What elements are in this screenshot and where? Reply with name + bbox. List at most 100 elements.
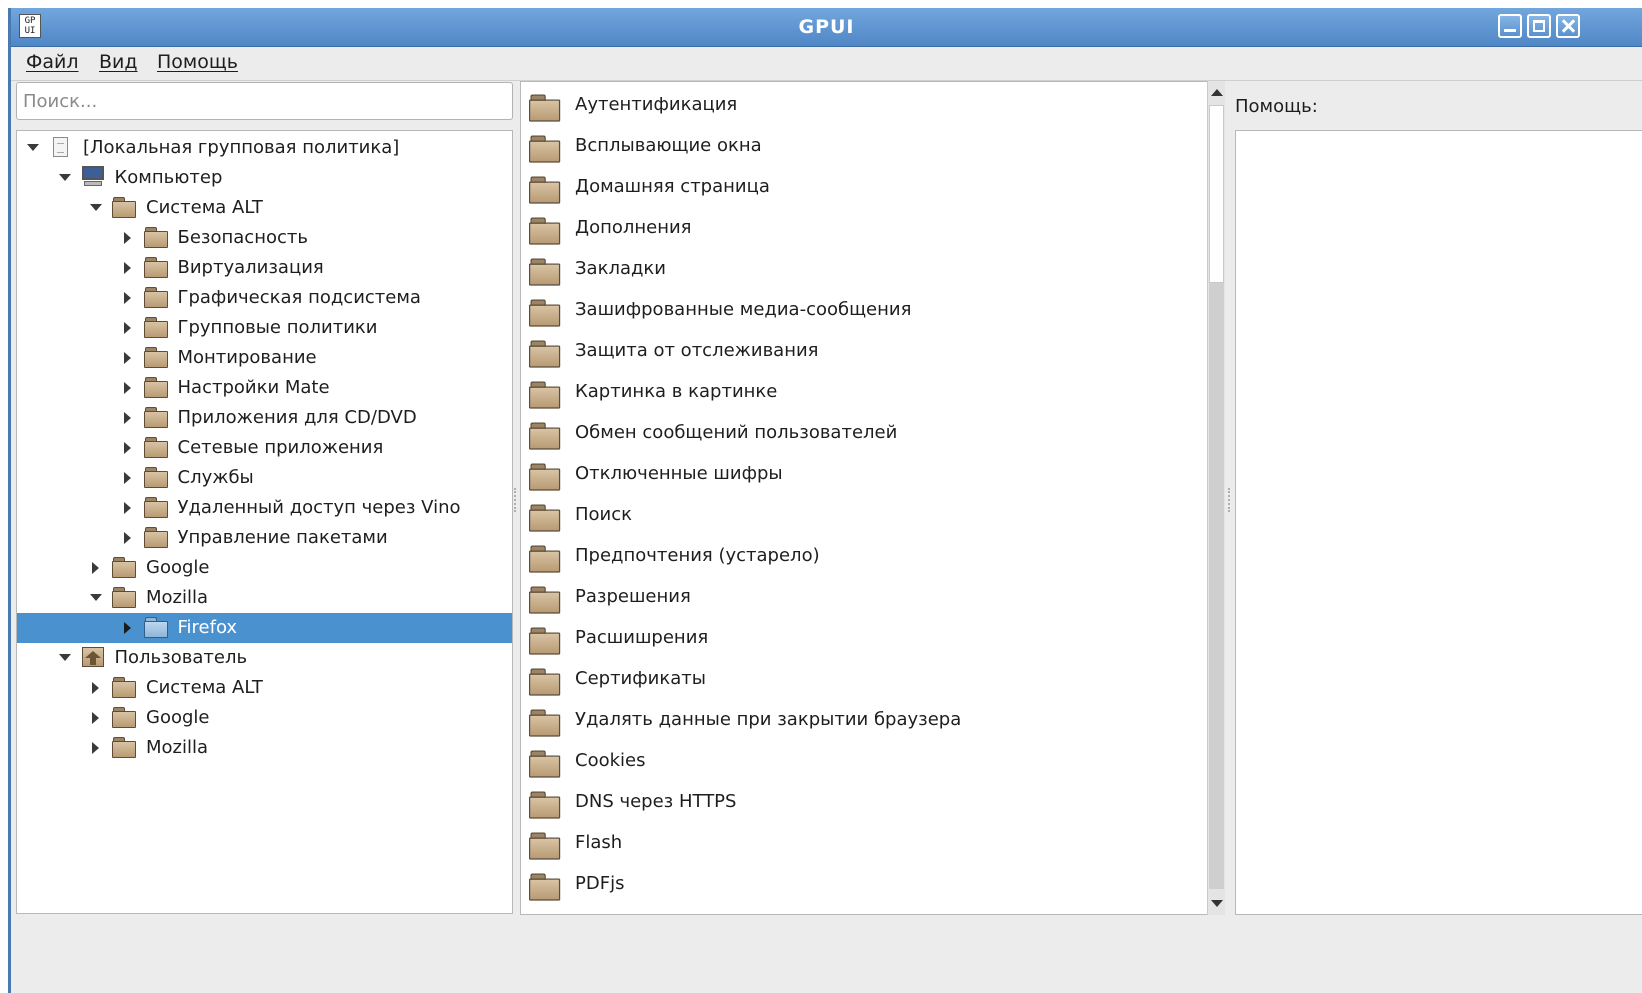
list-item[interactable]: DNS через HTTPS	[521, 781, 1205, 822]
expanded-arrow-icon[interactable]	[58, 654, 71, 661]
collapsed-arrow-icon[interactable]	[123, 412, 131, 424]
expanded-arrow-icon[interactable]	[90, 204, 102, 211]
folder-icon	[529, 134, 561, 163]
list-item[interactable]: PDFjs	[521, 863, 1205, 904]
folder-icon	[529, 503, 561, 532]
tree-item[interactable]: Сетевые приложения	[17, 433, 512, 463]
splitter-handle[interactable]	[1228, 488, 1232, 512]
collapsed-arrow-icon[interactable]	[123, 442, 131, 454]
tree-item[interactable]: [Локальная групповая политика]	[17, 133, 512, 163]
tree-item[interactable]: Монтирование	[17, 343, 512, 373]
list-item[interactable]: Зашифрованные медиа-сообщения	[521, 289, 1205, 330]
scroll-down-icon[interactable]	[1211, 900, 1223, 907]
expanded-arrow-icon[interactable]	[58, 174, 71, 181]
tree-item[interactable]: Приложения для CD/DVD	[17, 403, 512, 433]
collapsed-arrow-icon[interactable]	[123, 232, 131, 244]
list-item[interactable]: Поиск	[521, 494, 1205, 535]
tree-item[interactable]: Firefox	[17, 613, 512, 643]
search-input[interactable]	[16, 82, 513, 120]
list-item[interactable]: Предпочтения (устарело)	[521, 535, 1205, 576]
list-item[interactable]: Расшишрения	[521, 617, 1205, 658]
list-item-label: Защита от отслеживания	[575, 340, 819, 361]
tree-item[interactable]: Google	[17, 553, 512, 583]
collapsed-arrow-icon[interactable]	[123, 472, 131, 484]
folder-icon	[529, 257, 561, 286]
tree-item-label: Настройки Mate	[177, 377, 330, 398]
maximize-icon[interactable]	[1527, 14, 1551, 38]
expanded-arrow-icon[interactable]	[90, 594, 102, 601]
tree-item[interactable]: Службы	[17, 463, 512, 493]
list-item[interactable]: Сертификаты	[521, 658, 1205, 699]
tree-item[interactable]: Компьютер	[17, 163, 512, 193]
tree-item-label: Google	[146, 557, 210, 578]
collapsed-arrow-icon[interactable]	[123, 502, 131, 514]
list-item[interactable]: Защита от отслеживания	[521, 330, 1205, 371]
tree-item[interactable]: Mozilla	[17, 733, 512, 763]
tree-item-label: Система ALT	[146, 197, 263, 218]
list-item[interactable]: Удалять данные при закрытии браузера	[521, 699, 1205, 740]
policy-tree[interactable]: [Локальная групповая политика] Компьютер С…	[16, 130, 513, 914]
close-icon[interactable]	[1556, 14, 1580, 38]
computer-icon	[81, 166, 105, 188]
collapsed-arrow-icon[interactable]	[92, 682, 99, 694]
tree-item[interactable]: Система ALT	[17, 673, 512, 703]
policy-list[interactable]: Аутентификация Всплывающие окна Домашняя с…	[520, 81, 1225, 915]
folder-icon	[143, 616, 168, 638]
tree-item[interactable]: Пользователь	[17, 643, 512, 673]
collapsed-arrow-icon[interactable]	[123, 352, 131, 364]
tree-item[interactable]: Система ALT	[17, 193, 512, 223]
folder-icon	[529, 667, 561, 696]
collapsed-arrow-icon[interactable]	[123, 622, 131, 634]
menu-file[interactable]: Файл	[26, 51, 79, 73]
list-item[interactable]: Разрешения	[521, 576, 1205, 617]
scrollbar-thumb[interactable]	[1209, 105, 1224, 283]
collapsed-arrow-icon[interactable]	[92, 742, 99, 754]
scroll-up-icon[interactable]	[1211, 89, 1223, 96]
expanded-arrow-icon[interactable]	[27, 144, 39, 151]
list-item[interactable]: Аутентификация	[521, 84, 1205, 125]
folder-icon	[529, 380, 561, 409]
tree-item-label: Приложения для CD/DVD	[177, 407, 417, 428]
tree-item[interactable]: Управление пакетами	[17, 523, 512, 553]
tree-item[interactable]: Удаленный доступ через Vino	[17, 493, 512, 523]
tree-item-label: Сетевые приложения	[177, 437, 384, 458]
tree-item[interactable]: Настройки Mate	[17, 373, 512, 403]
collapsed-arrow-icon[interactable]	[92, 712, 99, 724]
list-item-label: Закладки	[575, 258, 666, 279]
collapsed-arrow-icon[interactable]	[123, 292, 131, 304]
list-item-label: DNS через HTTPS	[575, 791, 737, 812]
collapsed-arrow-icon[interactable]	[123, 262, 131, 274]
tree-item[interactable]: Виртуализация	[17, 253, 512, 283]
collapsed-arrow-icon[interactable]	[123, 532, 131, 544]
minimize-icon[interactable]	[1498, 14, 1522, 38]
tree-item[interactable]: Безопасность	[17, 223, 512, 253]
splitter-handle[interactable]	[514, 488, 518, 512]
collapsed-arrow-icon[interactable]	[92, 562, 99, 574]
list-item[interactable]: Закладки	[521, 248, 1205, 289]
list-item[interactable]: Дополнения	[521, 207, 1205, 248]
list-item[interactable]: Домашняя страница	[521, 166, 1205, 207]
list-item[interactable]: Картинка в картинке	[521, 371, 1205, 412]
tree-item-label: Mozilla	[146, 587, 209, 608]
title-bar[interactable]: GP UI GPUI	[11, 8, 1642, 47]
vertical-scrollbar[interactable]	[1207, 81, 1225, 915]
list-item[interactable]: Cookies	[521, 740, 1205, 781]
folder-icon	[143, 496, 168, 518]
tree-item[interactable]: Графическая подсистема	[17, 283, 512, 313]
menu-help[interactable]: Помощь	[157, 51, 238, 73]
folder-icon	[529, 790, 561, 819]
folder-icon	[143, 376, 168, 398]
list-item[interactable]: Обмен сообщений пользователей	[521, 412, 1205, 453]
list-item[interactable]: Flash	[521, 822, 1205, 863]
tree-item[interactable]: Mozilla	[17, 583, 512, 613]
folder-icon	[112, 196, 136, 218]
menu-view[interactable]: Вид	[99, 51, 138, 73]
tree-item[interactable]: Групповые политики	[17, 313, 512, 343]
collapsed-arrow-icon[interactable]	[123, 382, 131, 394]
collapsed-arrow-icon[interactable]	[123, 322, 131, 334]
list-item[interactable]: Отключенные шифры	[521, 453, 1205, 494]
list-item[interactable]: Всплывающие окна	[521, 125, 1205, 166]
tree-item[interactable]: Google	[17, 703, 512, 733]
scrollbar-track[interactable]	[1209, 283, 1224, 889]
folder-icon	[112, 706, 136, 728]
